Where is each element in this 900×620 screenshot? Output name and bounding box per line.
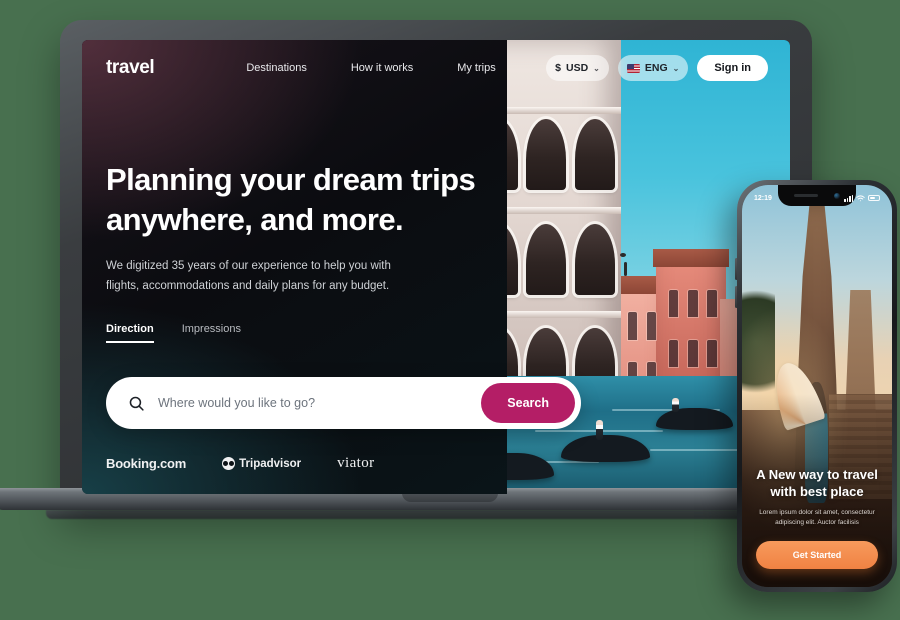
nav-links: Destinations How it works My trips	[246, 62, 495, 74]
sign-in-button[interactable]: Sign in	[697, 55, 768, 81]
laptop-lid: travel Destinations How it works My trip…	[60, 20, 812, 508]
status-time: 12:19	[754, 194, 772, 202]
currency-selector[interactable]: $ USD ⌄	[546, 55, 609, 81]
hero-subtitle-line1: We digitized 35 years of our experience …	[106, 260, 391, 273]
phone-subtitle-line1: Lorem ipsum dolor sit amet, consectetur	[759, 508, 875, 516]
photo-window	[688, 289, 698, 317]
phone-onboarding-content: A New way to travel with best place Lore…	[742, 467, 892, 587]
search-button[interactable]: Search	[481, 383, 575, 423]
tab-impressions[interactable]: Impressions	[182, 323, 241, 343]
partner-tripadvisor[interactable]: Tripadvisor	[222, 457, 301, 470]
owl-icon	[222, 457, 236, 470]
hero-title: Planning your dream trips anywhere, and …	[106, 160, 526, 239]
hero-tabs: Direction Impressions	[106, 323, 526, 343]
hero-title-line2: anywhere, and more.	[106, 201, 404, 237]
photo-gondolier	[672, 398, 680, 413]
photo-arch	[574, 223, 616, 295]
photo-arch	[574, 119, 616, 191]
battery-icon	[868, 195, 880, 201]
phone-subtitle: Lorem ipsum dolor sit amet, consectetur …	[756, 508, 878, 528]
partner-viator[interactable]: viator	[337, 455, 374, 472]
photo-window	[707, 289, 717, 317]
photo-ripple	[649, 449, 746, 452]
travel-website: travel Destinations How it works My trip…	[82, 40, 790, 494]
us-flag-icon	[626, 63, 640, 73]
laptop-shadow-foot	[46, 510, 826, 519]
partner-booking-com[interactable]: Booking.com	[106, 456, 186, 471]
phone-title-line1: A New way to travel	[756, 467, 878, 483]
laptop-screen: travel Destinations How it works My trip…	[82, 40, 790, 494]
photo-window	[707, 339, 717, 367]
phone-title-line2: with best place	[770, 483, 864, 499]
photo-arch	[526, 223, 567, 295]
chevron-down-icon: ⌄	[672, 63, 680, 73]
photo-window	[627, 312, 638, 340]
photo-window	[668, 339, 679, 367]
status-indicators	[844, 194, 880, 202]
nav-link-my-trips[interactable]: My trips	[457, 62, 496, 74]
phone-subtitle-line2: adipiscing elit. Auctor facilisis	[775, 518, 859, 526]
search-input[interactable]	[158, 396, 482, 410]
nav-link-how-it-works[interactable]: How it works	[351, 62, 413, 74]
dollar-icon: $	[555, 62, 561, 74]
wifi-icon	[856, 194, 865, 201]
photo-lamp-post	[624, 262, 628, 277]
hero-section: Planning your dream trips anywhere, and …	[106, 160, 526, 343]
photo-gondolier	[595, 419, 603, 440]
get-started-button[interactable]: Get Started	[756, 541, 878, 569]
photo-roof-b	[652, 248, 730, 267]
partner-logos: Booking.com Tripadvisor viator	[106, 455, 375, 472]
language-selector[interactable]: ENG ⌄	[617, 55, 689, 81]
phone-body: 12:19 A New way to travel with best plac…	[737, 180, 897, 592]
phone-mockup: 12:19 A New way to travel with best plac…	[735, 180, 897, 592]
photo-window	[688, 339, 698, 367]
nav-right-group: $ USD ⌄ ENG ⌄ Sign in	[546, 55, 768, 81]
photo-window	[668, 289, 679, 317]
chevron-down-icon: ⌄	[593, 63, 600, 73]
photo-window	[646, 312, 657, 340]
photo-gondola	[656, 407, 733, 431]
laptop-mockup: travel Destinations How it works My trip…	[60, 20, 812, 508]
phone-title: A New way to travel with best place	[756, 467, 878, 501]
currency-label: USD	[565, 62, 589, 74]
nav-link-destinations[interactable]: Destinations	[246, 62, 307, 74]
phone-status-bar: 12:19	[742, 190, 892, 206]
photo-arch	[526, 119, 567, 191]
hero-subtitle: We digitized 35 years of our experience …	[106, 256, 426, 296]
search-icon	[129, 396, 144, 411]
signal-icon	[844, 194, 853, 202]
tab-direction[interactable]: Direction	[106, 323, 154, 343]
site-navbar: travel Destinations How it works My trip…	[82, 40, 790, 96]
search-bar: Search	[106, 377, 581, 429]
hero-title-line1: Planning your dream trips	[106, 162, 476, 197]
brand-logo[interactable]: travel	[106, 57, 155, 79]
hero-subtitle-line2: flights, accommodations and daily plans …	[106, 280, 390, 293]
phone-screen: 12:19 A New way to travel with best plac…	[742, 185, 892, 587]
language-label: ENG	[644, 62, 668, 74]
partner-tripadvisor-label: Tripadvisor	[239, 457, 302, 470]
